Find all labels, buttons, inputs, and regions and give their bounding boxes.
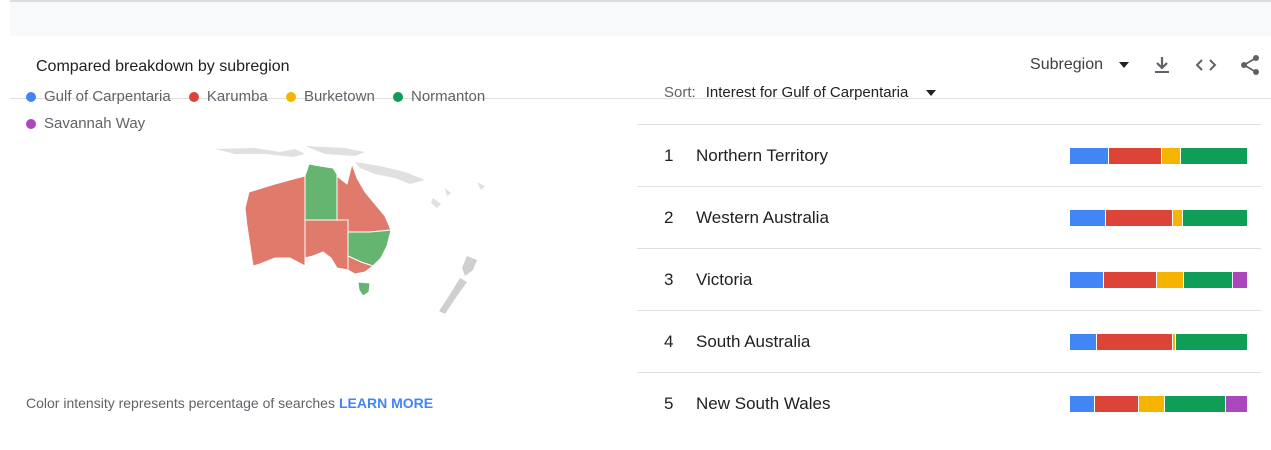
card-title: Compared breakdown by subregion [36, 58, 290, 75]
map-landmass-islands [431, 182, 485, 208]
learn-more-link[interactable]: LEARN MORE [339, 395, 433, 411]
list-item[interactable]: 1 Northern Territory [637, 124, 1261, 186]
bar-segment-savannah-way [1225, 396, 1248, 412]
bar-segment-burketown [1138, 396, 1164, 412]
bar-segment-gulf-of-carpentaria [1070, 148, 1109, 164]
legend-label: Karumba [206, 88, 268, 105]
share-icon[interactable] [1239, 54, 1261, 76]
map-landmass-north [215, 148, 305, 157]
legend-dot [188, 92, 199, 102]
list-item[interactable]: 2 Western Australia [637, 186, 1261, 248]
legend-item[interactable]: Gulf of Carpentaria [26, 84, 171, 110]
map-landmass-new-zealand [439, 256, 477, 314]
top-strip [10, 0, 1271, 36]
list-item[interactable]: 5 New South Wales [637, 372, 1261, 434]
bar-segment-gulf-of-carpentaria [1070, 272, 1103, 288]
legend-item[interactable]: Savannah Way [26, 111, 145, 137]
subregion-name: Northern Territory [696, 146, 828, 165]
map-footnote: Color intensity represents percentage of… [26, 395, 433, 411]
subregion-name: New South Wales [696, 394, 831, 413]
caret-down-icon [1119, 62, 1129, 68]
embed-icon[interactable] [1195, 54, 1217, 76]
map-region-tasmania[interactable] [357, 281, 371, 297]
region-dropdown[interactable]: Subregion [1030, 56, 1129, 74]
australia-map[interactable] [205, 146, 490, 356]
legend-dot [393, 92, 403, 102]
sort-value: Interest for Gulf of Carpentaria [705, 84, 909, 101]
bar-segment-karumba [1096, 334, 1172, 350]
legend-item[interactable]: Normanton [393, 84, 485, 110]
comparison-bar [1070, 148, 1247, 164]
legend: Gulf of Carpentaria Karumba Burketown No… [26, 84, 566, 138]
legend-label: Savannah Way [44, 115, 146, 132]
map-landmass-north [305, 146, 365, 156]
comparison-bar [1070, 396, 1248, 412]
bar-segment-karumba [1094, 396, 1139, 412]
bar-segment-karumba [1104, 210, 1172, 226]
bar-segment-gulf-of-carpentaria [1070, 334, 1097, 350]
bar-segment-gulf-of-carpentaria [1070, 396, 1095, 412]
list-item[interactable]: 4 South Australia [637, 310, 1261, 372]
bar-segment-burketown [1161, 148, 1180, 164]
sort-label: Sort: [664, 84, 696, 101]
legend-dot [285, 92, 296, 102]
caret-down-icon [926, 89, 937, 96]
rank-number: 5 [664, 394, 674, 413]
bar-segment-normanton [1179, 148, 1247, 164]
footnote-text: Color intensity represents percentage of… [26, 395, 335, 411]
rank-number: 2 [664, 208, 674, 227]
map-landmass-png [355, 162, 425, 184]
bar-segment-savannah-way [1232, 272, 1248, 288]
bar-segment-burketown [1155, 272, 1183, 288]
region-dropdown-label: Subregion [1030, 56, 1103, 73]
bar-segment-normanton [1174, 334, 1247, 350]
rank-number: 1 [664, 146, 674, 165]
subregion-name: South Australia [696, 332, 811, 351]
legend-dot [26, 92, 36, 102]
legend-label: Burketown [303, 88, 375, 105]
subregion-name: Western Australia [696, 208, 829, 227]
comparison-bar [1070, 210, 1248, 226]
legend-label: Gulf of Carpentaria [44, 88, 171, 105]
subregion-list: 1 Northern Territory 2 Western Australia… [637, 124, 1261, 434]
bar-segment-normanton [1182, 272, 1233, 288]
comparison-bar [1070, 334, 1247, 350]
bar-segment-normanton [1181, 210, 1248, 226]
bar-segment-burketown [1171, 210, 1182, 226]
legend-item[interactable]: Karumba [188, 84, 268, 110]
bar-segment-gulf-of-carpentaria [1070, 210, 1105, 226]
comparison-bar [1070, 272, 1248, 288]
sort-control[interactable]: Sort: Interest for Gulf of Carpentaria [664, 84, 937, 101]
legend-label: Normanton [411, 88, 486, 105]
download-icon[interactable] [1151, 54, 1173, 76]
bar-segment-karumba [1108, 148, 1162, 164]
map-region-south-australia[interactable] [304, 219, 349, 271]
list-item[interactable]: 3 Victoria [637, 248, 1261, 310]
map-region-western-australia[interactable] [244, 175, 306, 267]
rank-number: 3 [664, 270, 674, 289]
legend-item[interactable]: Burketown [285, 84, 375, 110]
header-controls: Subregion [1030, 54, 1261, 76]
legend-dot [26, 119, 36, 129]
subregion-name: Victoria [696, 270, 753, 289]
rank-number: 4 [664, 332, 674, 351]
bar-segment-normanton [1163, 396, 1226, 412]
bar-segment-karumba [1102, 272, 1156, 288]
map-region-northern-territory[interactable] [304, 163, 339, 221]
